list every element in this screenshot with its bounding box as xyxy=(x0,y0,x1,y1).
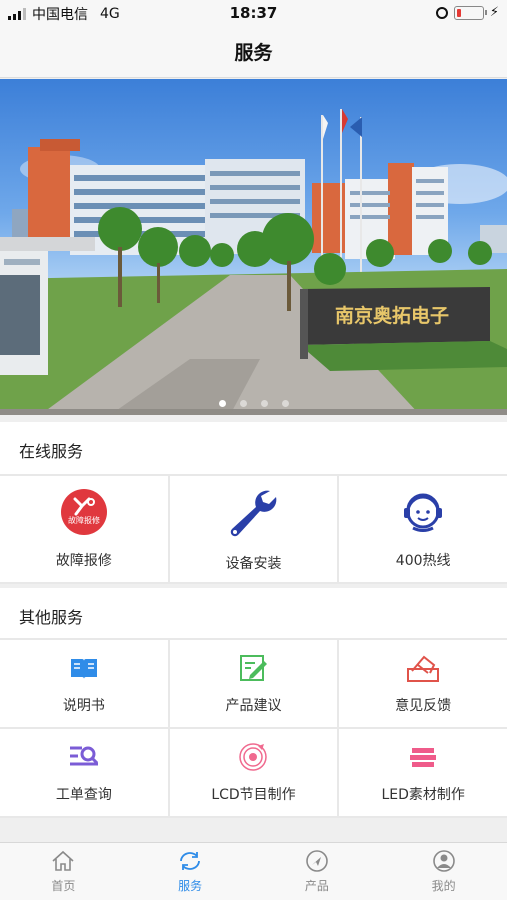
online-services-grid: 故障报修 故障报修 设备安装 400热线 xyxy=(0,474,507,584)
alarm-icon xyxy=(435,6,448,19)
repair-service-button[interactable]: 故障报修 故障报修 xyxy=(0,476,168,582)
tab-mine[interactable]: 我的 xyxy=(380,843,507,900)
product-suggestion-button[interactable]: 产品建议 xyxy=(169,640,338,727)
banner-image: 南京奥拓电子 xyxy=(0,109,507,415)
clock: 18:37 xyxy=(229,4,278,22)
layers-icon xyxy=(408,742,438,776)
ticket-query-button[interactable]: 工单查询 xyxy=(0,729,168,816)
search-list-icon xyxy=(68,742,100,776)
lcd-program-button[interactable]: LCD节目制作 xyxy=(169,729,338,816)
refresh-icon xyxy=(177,850,203,875)
headset-agent-icon xyxy=(399,488,447,540)
repair-service-label: 故障报修 xyxy=(55,553,112,569)
online-services-heading: 在线服务 xyxy=(0,422,507,478)
banner-carousel[interactable]: 南京奥拓电子 xyxy=(0,79,507,415)
repair-badge-icon: 故障报修 xyxy=(60,488,108,540)
status-bar: 中国电信 4G 18:37 ⚡ xyxy=(0,0,507,26)
tab-home-label: 首页 xyxy=(51,878,76,893)
charging-icon: ⚡ xyxy=(489,5,499,20)
feedback-label: 意见反馈 xyxy=(395,697,452,714)
led-material-label: LED素材制作 xyxy=(381,786,465,803)
manual-button[interactable]: 说明书 xyxy=(0,640,168,727)
tab-home[interactable]: 首页 xyxy=(0,843,127,900)
lcd-program-label: LCD节目制作 xyxy=(211,786,296,803)
install-service-button[interactable]: 设备安装 xyxy=(169,476,338,582)
feedback-button[interactable]: 意见反馈 xyxy=(339,640,507,727)
other-services-grid: 说明书 产品建议 意见反馈 工单查询 LCD节目制作 LED素材制作 xyxy=(0,638,507,818)
manual-label: 说明书 xyxy=(62,697,105,714)
tab-bar: 首页 服务 产品 我的 xyxy=(0,842,507,900)
tab-mine-label: 我的 xyxy=(431,878,456,893)
home-icon xyxy=(51,850,75,875)
hotline-service-label: 400热线 xyxy=(395,553,451,569)
led-material-button[interactable]: LED素材制作 xyxy=(339,729,507,816)
install-service-label: 设备安装 xyxy=(225,556,282,572)
disc-icon xyxy=(238,742,268,776)
user-icon xyxy=(432,849,456,875)
carousel-dot[interactable] xyxy=(260,400,268,407)
battery-icon xyxy=(453,5,487,20)
svg-text:故障报修: 故障报修 xyxy=(68,515,100,525)
carousel-dots xyxy=(0,400,507,407)
book-icon xyxy=(69,653,99,687)
other-services-heading: 其他服务 xyxy=(0,588,507,644)
carousel-dot[interactable] xyxy=(239,400,247,407)
ticket-query-label: 工单查询 xyxy=(55,786,112,803)
nav-bar: 服务 xyxy=(0,26,507,78)
hotline-service-button[interactable]: 400热线 xyxy=(339,476,507,582)
product-suggestion-label: 产品建议 xyxy=(225,697,282,714)
tab-product-label: 产品 xyxy=(304,878,329,893)
carousel-dot[interactable] xyxy=(218,400,226,407)
wrench-icon xyxy=(226,485,280,543)
feedback-envelope-icon xyxy=(406,653,440,687)
tab-product[interactable]: 产品 xyxy=(254,843,381,900)
compass-icon xyxy=(305,849,329,875)
page-title: 服务 xyxy=(234,42,273,64)
banner-sign-text: 南京奥拓电子 xyxy=(335,304,449,327)
tab-service-label: 服务 xyxy=(178,878,203,893)
tab-service[interactable]: 服务 xyxy=(127,843,254,900)
carousel-dot[interactable] xyxy=(281,400,289,407)
edit-note-icon xyxy=(238,653,268,687)
